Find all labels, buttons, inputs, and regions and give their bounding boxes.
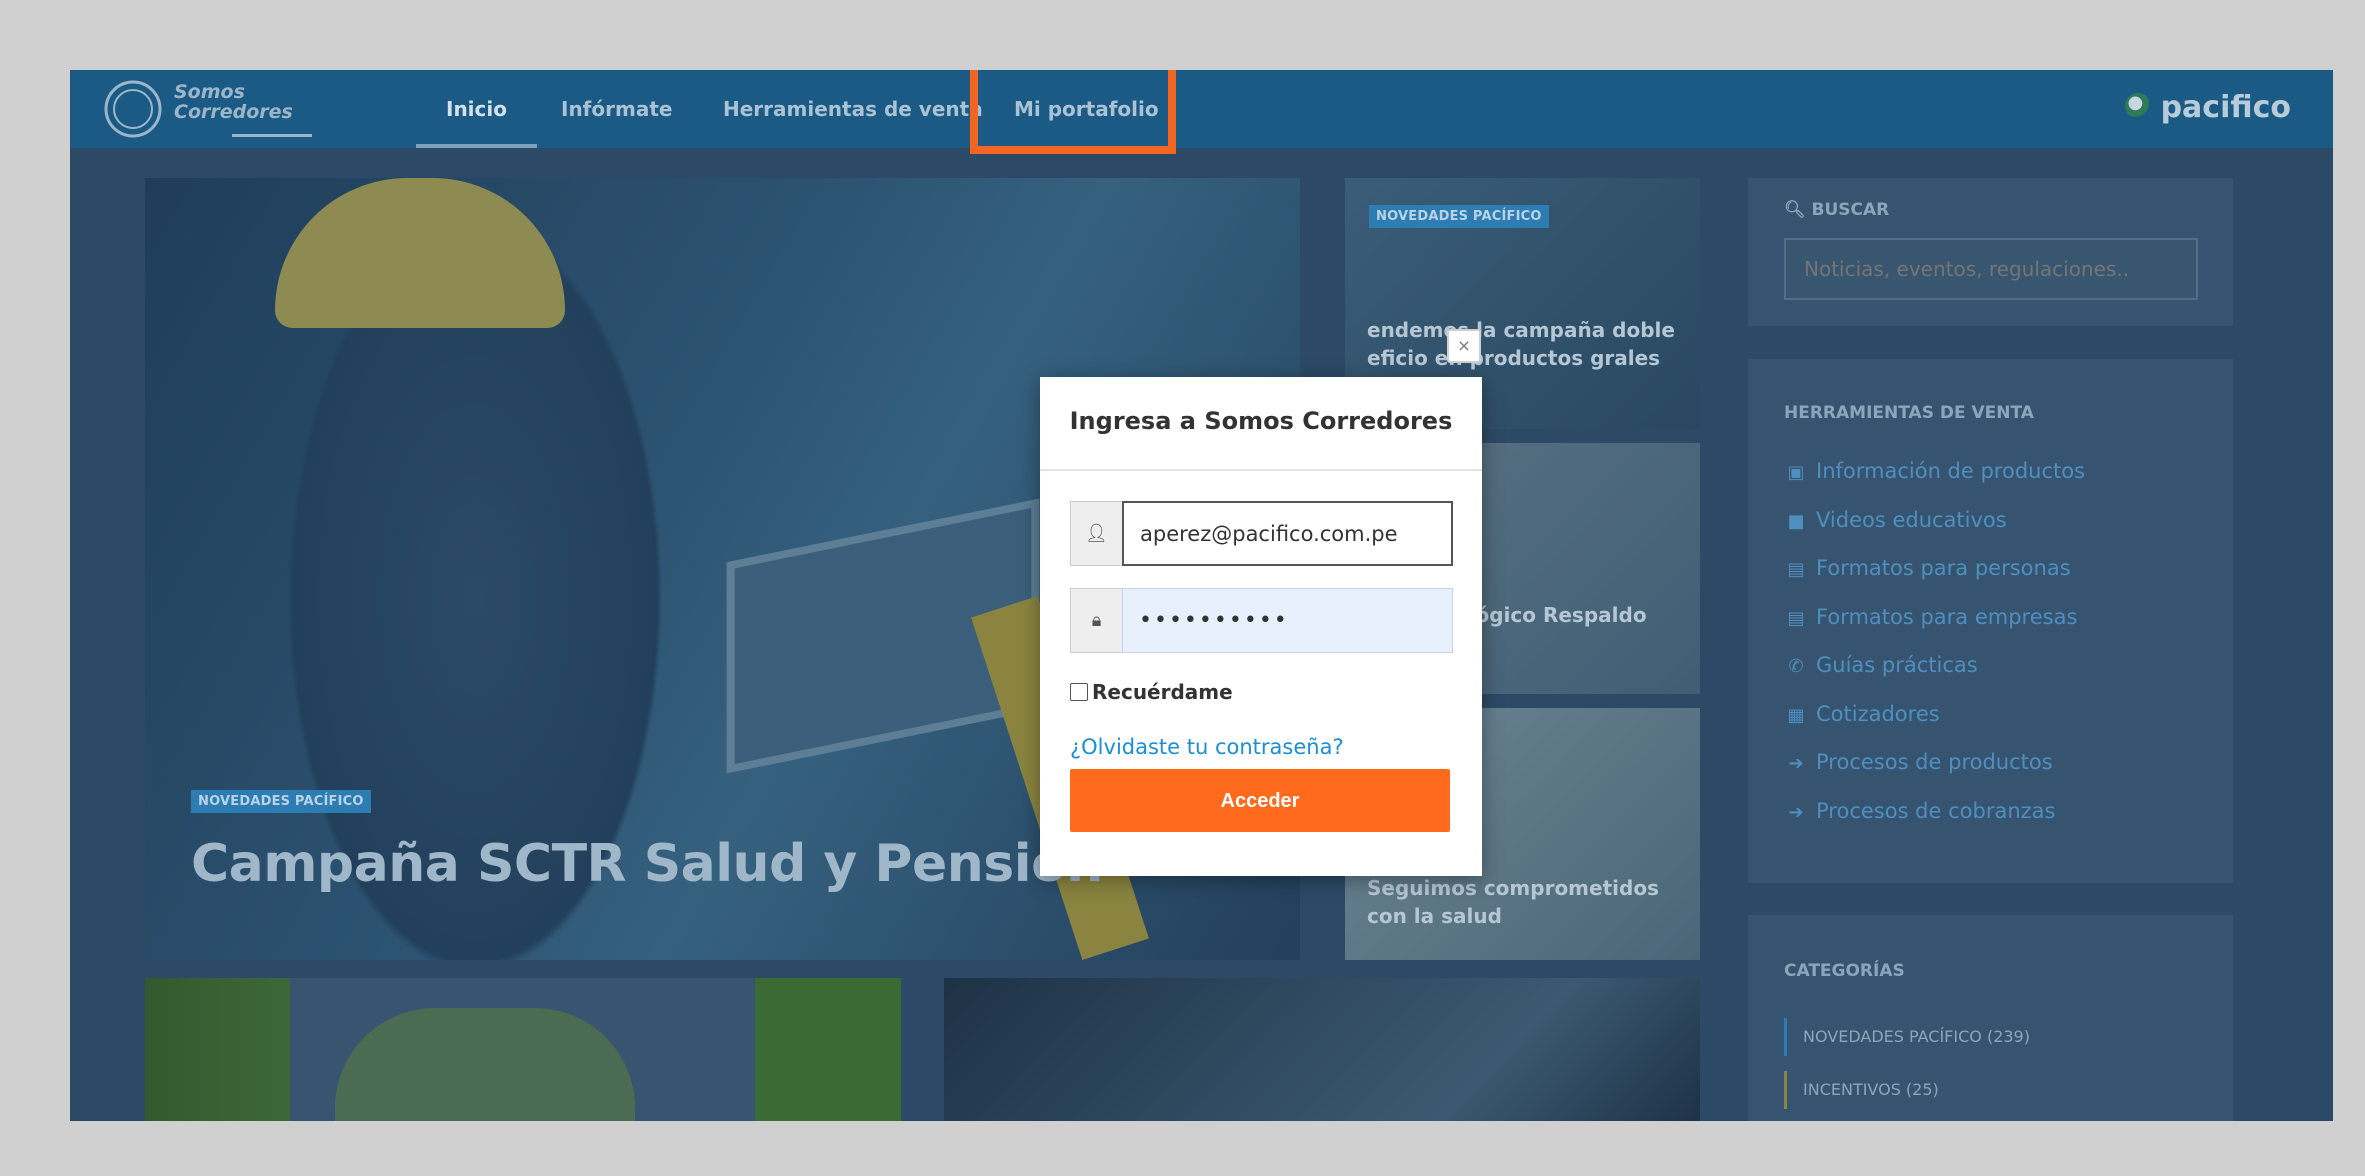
card-category-tag[interactable]: NOVEDADES PACÍFICO (1369, 205, 1549, 228)
user-icon: 👤︎ (1070, 501, 1122, 566)
highlight-box (970, 70, 1176, 154)
modal-title: Ingresa a Somos Corredores (1069, 407, 1453, 435)
hero-image-helmet (275, 178, 565, 328)
login-submit-button[interactable]: Acceder (1070, 769, 1450, 832)
password-field: 🔒︎ (1070, 588, 1453, 653)
calculator-icon: ▦ (1787, 704, 1805, 726)
tool-label: Cotizadores (1816, 701, 1940, 726)
password-input[interactable] (1122, 588, 1453, 653)
tool-label: Procesos de productos (1816, 750, 2053, 774)
tile-image-shape (335, 1008, 635, 1121)
remember-label: Recuérdame (1092, 680, 1233, 704)
search-heading: 🔍︎ BUSCAR (1784, 200, 1889, 220)
modal-divider (1040, 469, 1482, 471)
logo-circle-icon (104, 80, 162, 138)
somos-corredores-logo[interactable]: Somos Corredores (102, 76, 312, 142)
email-field: 👤︎ (1070, 501, 1453, 566)
pacifico-brand[interactable]: pacifico (2124, 84, 2291, 132)
category-novedades-pacifico[interactable]: NOVEDADES PACÍFICO (239) (1784, 1018, 2030, 1056)
tool-link-procesos-productos[interactable]: ➔ Procesos de productos (1784, 738, 2085, 787)
tool-label: Procesos de cobranzas (1816, 798, 2056, 823)
categories-heading: CATEGORÍAS (1784, 961, 1905, 981)
tool-link-formatos-empresas[interactable]: ▤ Formatos para empresas (1784, 593, 2085, 642)
tool-link-formatos-personas[interactable]: ▤ Formatos para personas (1784, 544, 2085, 593)
arrow-right-icon: ➔ (1788, 753, 1804, 774)
logo-underline (232, 134, 312, 137)
categories-panel: CATEGORÍAS NOVEDADES PACÍFICO (239) INCE… (1748, 915, 2233, 1121)
nav-herramientas-de-venta[interactable]: Herramientas de venta (723, 70, 983, 148)
login-modal: × Ingresa a Somos Corredores 👤︎ 🔒︎ Recué… (1040, 329, 1482, 876)
close-icon[interactable]: × (1447, 329, 1481, 363)
tool-link-guias-practicas[interactable]: ✆ Guías prácticas (1784, 641, 2085, 690)
category-incentivos[interactable]: INCENTIVOS (25) (1784, 1071, 1939, 1109)
tool-label: Formatos para empresas (1816, 604, 2078, 629)
logo-text: Somos Corredores (174, 82, 293, 122)
search-icon: 🔍︎ (1784, 200, 1806, 220)
remember-me-checkbox[interactable]: Recuérdame (1070, 677, 1233, 707)
news-tile-image[interactable] (145, 978, 901, 1121)
tool-link-informacion-productos[interactable]: ▣ Información de productos (1784, 447, 2085, 496)
tool-label: Guías prácticas (1816, 653, 1978, 677)
lock-icon: 🔒︎ (1070, 588, 1122, 653)
page-frame: Somos Corredores Inicio Infórmate Herram… (70, 70, 2333, 1121)
image-icon: ▣ (1787, 462, 1805, 483)
tools-heading: HERRAMIENTAS DE VENTA (1784, 403, 2034, 423)
hero-title[interactable]: Campaña SCTR Salud y Pensión (191, 834, 1103, 894)
tool-label: Videos educativos (1816, 507, 2007, 532)
sales-tools-panel: HERRAMIENTAS DE VENTA ▣ Información de pr… (1748, 359, 2233, 883)
checkbox-icon[interactable] (1070, 682, 1088, 701)
nav-informate[interactable]: Infórmate (561, 70, 672, 148)
search-input[interactable] (1784, 238, 2198, 300)
tool-label: Información de productos (1816, 459, 2086, 483)
logo-line2: Corredores (174, 101, 293, 123)
file-icon: ▤ (1787, 607, 1805, 629)
tool-link-cotizadores[interactable]: ▦ Cotizadores (1784, 690, 2085, 739)
top-navigation-bar: Somos Corredores Inicio Infórmate Herram… (70, 70, 2333, 154)
forgot-password-link[interactable]: ¿Olvidaste tu contraseña? (1070, 735, 1344, 759)
hero-category-tag[interactable]: NOVEDADES PACÍFICO (191, 790, 371, 813)
tool-link-procesos-cobranzas[interactable]: ➔ Procesos de cobranzas (1784, 787, 2085, 836)
nav-inicio[interactable]: Inicio (416, 70, 537, 148)
arrow-right-icon: ➔ (1788, 801, 1804, 823)
search-panel: 🔍︎ BUSCAR (1748, 178, 2233, 326)
email-input[interactable] (1122, 501, 1453, 566)
file-icon: ▤ (1787, 559, 1805, 580)
tool-link-videos-educativos[interactable]: ■ Videos educativos (1784, 496, 2085, 545)
pacifico-logo-icon (2124, 92, 2151, 119)
tools-list: ▣ Información de productos ■ Videos educat… (1784, 447, 2085, 835)
logo-line1: Somos (174, 81, 245, 103)
news-tile-image[interactable] (944, 978, 1700, 1121)
search-heading-label: BUSCAR (1811, 200, 1890, 220)
video-icon: ■ (1787, 510, 1805, 532)
tool-label: Formatos para personas (1816, 556, 2071, 580)
card-title[interactable]: Seguimos comprometidos con la salud (1367, 874, 1687, 930)
brand-text: pacifico (2160, 90, 2291, 125)
phone-icon: ✆ (1788, 656, 1804, 677)
